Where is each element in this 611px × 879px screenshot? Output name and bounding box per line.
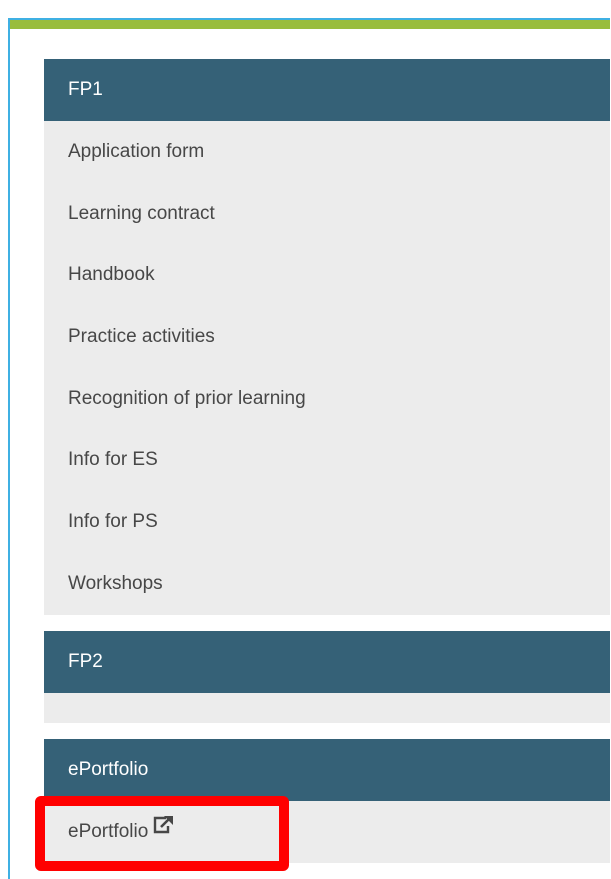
section-header-eportfolio[interactable]: ePortfolio — [44, 739, 610, 801]
section-header-fp1[interactable]: FP1 — [44, 59, 610, 121]
menu-item-recognition-prior-learning[interactable]: Recognition of prior learning — [44, 368, 610, 430]
sidebar-frame: FP1 Application form Learning contract H… — [8, 18, 610, 879]
menu-block-eportfolio: ePortfolio ePortfolio — [44, 739, 610, 863]
menu-item-eportfolio-link[interactable]: ePortfolio — [44, 801, 610, 863]
menu-block-fp1: FP1 Application form Learning contract H… — [44, 59, 610, 615]
section-body-eportfolio: ePortfolio — [44, 801, 610, 863]
section-body-fp1: Application form Learning contract Handb… — [44, 121, 610, 615]
menu-item-learning-contract[interactable]: Learning contract — [44, 183, 610, 245]
menu-item-info-es[interactable]: Info for ES — [44, 429, 610, 491]
section-body-fp2 — [44, 693, 610, 723]
menu-item-handbook[interactable]: Handbook — [44, 244, 610, 306]
menu-item-info-ps[interactable]: Info for PS — [44, 491, 610, 553]
external-link-icon — [152, 799, 174, 861]
menu-item-application-form[interactable]: Application form — [44, 121, 610, 183]
menu-block-fp2: FP2 — [44, 631, 610, 723]
accent-bar — [10, 20, 610, 29]
section-header-fp2[interactable]: FP2 — [44, 631, 610, 693]
menu-item-practice-activities[interactable]: Practice activities — [44, 306, 610, 368]
menu-item-eportfolio-label: ePortfolio — [68, 821, 149, 842]
menu-item-workshops[interactable]: Workshops — [44, 553, 610, 615]
